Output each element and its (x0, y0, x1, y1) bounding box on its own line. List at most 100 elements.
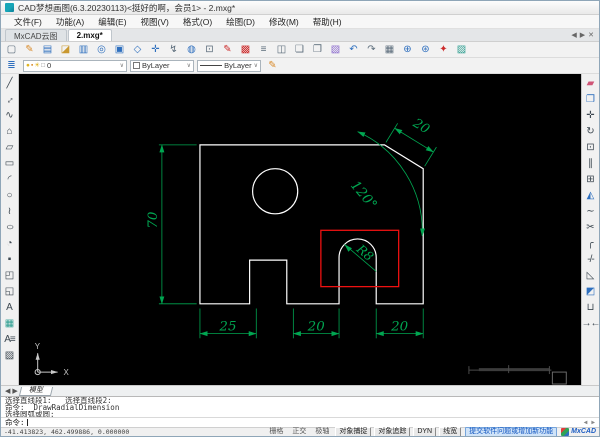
menu-edit[interactable]: 编辑(E) (91, 16, 133, 28)
circle-button[interactable]: ○ (2, 188, 18, 204)
erase-button[interactable]: ▰ (583, 76, 599, 92)
tab-document-2mxg[interactable]: 2.mxg* (67, 29, 112, 41)
layer-select[interactable]: ● ▪ ☀ □ 0 ∨ (23, 59, 127, 72)
arc-button[interactable]: ◜ (2, 172, 18, 188)
spline-edit-button[interactable]: ∼ (583, 204, 599, 220)
copy-button[interactable]: ❐ (583, 92, 599, 108)
toggle-osnap[interactable]: 对象捕捉 (335, 427, 372, 436)
save-drawing-button[interactable]: ▤ (39, 43, 56, 57)
layout-prev-button[interactable]: ◀ (5, 387, 10, 395)
ellipse-button[interactable]: ○ (1, 220, 21, 236)
pan-button[interactable]: ✛ (147, 43, 164, 57)
dimension-width1-text: 25 (218, 319, 236, 334)
pdf-export-button[interactable]: ✦ (435, 43, 452, 57)
ellipse-arc-button[interactable]: ◔ (2, 236, 18, 252)
text-button[interactable]: A (2, 300, 18, 316)
tab-close-icon[interactable]: ✕ (588, 31, 594, 39)
block-editor-button[interactable]: ▧ (327, 43, 344, 57)
mirror-button[interactable]: ◭ (583, 188, 599, 204)
fillet-button[interactable]: ╭ (583, 236, 599, 252)
draw-order-button[interactable]: ❏ (291, 43, 308, 57)
menu-view[interactable]: 视图(V) (134, 16, 176, 28)
break-button[interactable]: -/- (583, 252, 599, 268)
undo-button[interactable]: ↶ (345, 43, 362, 57)
web-button[interactable]: ⊕ (399, 43, 416, 57)
linetype-select[interactable]: ByLayer ∨ (197, 59, 261, 72)
open-drawing-button[interactable]: ✎ (21, 43, 38, 57)
block-insert-button[interactable]: ◰ (2, 268, 18, 284)
join-button[interactable]: ⊔ (583, 300, 599, 316)
drawing-canvas[interactable]: 70 25 20 20 20 120° R8 Y X (19, 74, 581, 385)
layers-icon[interactable]: ≣ (3, 59, 20, 73)
spline-button[interactable]: ≀ (2, 204, 18, 220)
tab-scroll-right-icon[interactable]: ▶ (580, 31, 585, 39)
toggle-ortho[interactable]: 正交 (289, 428, 309, 436)
rectangle-button[interactable]: ▭ (2, 156, 18, 172)
hatch-button[interactable]: ▨ (2, 348, 18, 364)
insert-image-button[interactable]: ▨ (453, 43, 470, 57)
toggle-polar[interactable]: 极轴 (312, 428, 332, 436)
menu-format[interactable]: 格式(O) (176, 16, 219, 28)
scale-button[interactable]: ⊡ (583, 140, 599, 156)
menu-help[interactable]: 帮助(H) (306, 16, 349, 28)
named-view-button[interactable]: ⊡ (201, 43, 218, 57)
tab-mxcad-cloud[interactable]: MxCAD云图 (5, 29, 67, 41)
web-publish-button[interactable]: ⊛ (417, 43, 434, 57)
trim-button[interactable]: ✂ (583, 220, 599, 236)
offset-button[interactable]: ∥ (583, 156, 599, 172)
part-outline (199, 144, 424, 305)
cursor-coordinates: -41.413823, 462.499886, 0.000000 (4, 428, 130, 436)
toggle-dyn[interactable]: DYN (413, 427, 437, 436)
mtext-button[interactable]: A≡ (2, 332, 18, 348)
zoom-dynamic-button[interactable]: ↯ (165, 43, 182, 57)
text-style-button[interactable]: ≡ (255, 43, 272, 57)
color-palette-button[interactable]: ▩ (237, 43, 254, 57)
draw-settings-button[interactable]: ✎ (264, 59, 281, 73)
status-bar: -41.413823, 462.499886, 0.000000 栅格 正交 极轴对… (1, 427, 599, 436)
menu-function[interactable]: 功能(A) (49, 16, 91, 28)
menu-modify[interactable]: 修改(M) (262, 16, 306, 28)
open-folder-button[interactable]: ◪ (57, 43, 74, 57)
command-history[interactable]: 选择直线段1: 选择直线段2: 命令: _DrawRadialDimension 选… (1, 396, 599, 417)
layer-manager-button[interactable]: ◫ (273, 43, 290, 57)
save-as-button[interactable]: ▥ (75, 43, 92, 57)
new-file-button[interactable]: ▢ (3, 43, 20, 57)
zoom-window-button[interactable]: ▣ (111, 43, 128, 57)
redo-button[interactable]: ↷ (363, 43, 380, 57)
explode-button[interactable]: ◩ (583, 284, 599, 300)
sketch-button[interactable]: ✎ (219, 43, 236, 57)
rotate-button[interactable]: ↻ (583, 124, 599, 140)
color-select[interactable]: ByLayer ∨ (130, 59, 194, 72)
array-button[interactable]: ⊞ (583, 172, 599, 188)
stretch-button[interactable]: →← (582, 316, 600, 332)
zoom-button[interactable]: ◎ (93, 43, 110, 57)
tab-controls: ◀ ▶ ✕ (571, 31, 599, 41)
cmd-scroll-left-icon[interactable]: ◀ (584, 419, 588, 426)
command-line[interactable]: 命令: ◀ ▶ (1, 417, 599, 427)
insert-block-button[interactable]: ❐ (309, 43, 326, 57)
move-button[interactable]: ✛ (583, 108, 599, 124)
tab-scroll-left-icon[interactable]: ◀ (571, 31, 576, 39)
toggle-lineweight[interactable]: 线宽 (439, 427, 462, 436)
dimension-width3-text: 20 (390, 319, 409, 334)
zoom-object-button[interactable]: ◍ (183, 43, 200, 57)
toggle-otrack[interactable]: 对象追踪 (374, 427, 411, 436)
feedback-button[interactable]: 提交软件问题或增加新功能 (465, 427, 558, 436)
zoom-extents-button[interactable]: ◇ (129, 43, 146, 57)
image-button[interactable]: ▦ (2, 316, 18, 332)
cmd-scroll-right-icon[interactable]: ▶ (591, 419, 595, 426)
linetype-select-value: ByLayer (224, 61, 252, 70)
shape-button[interactable]: ▱ (2, 140, 18, 156)
menu-file[interactable]: 文件(F) (7, 16, 49, 28)
polygon-button[interactable]: ⌂ (2, 124, 18, 140)
tab-model[interactable]: 模型 (18, 386, 53, 396)
chamfer-button[interactable]: ◺ (583, 268, 599, 284)
point-button[interactable]: ▪ (2, 252, 18, 268)
color-swatch (133, 62, 140, 69)
toggle-grid[interactable]: 栅格 (266, 428, 286, 436)
command-scroll-controls: ◀ ▶ (584, 419, 595, 426)
block-create-button[interactable]: ◱ (2, 284, 18, 300)
menu-draw[interactable]: 绘图(D) (219, 16, 262, 28)
layout-next-button[interactable]: ▶ (12, 387, 17, 395)
print-button[interactable]: ▦ (381, 43, 398, 57)
